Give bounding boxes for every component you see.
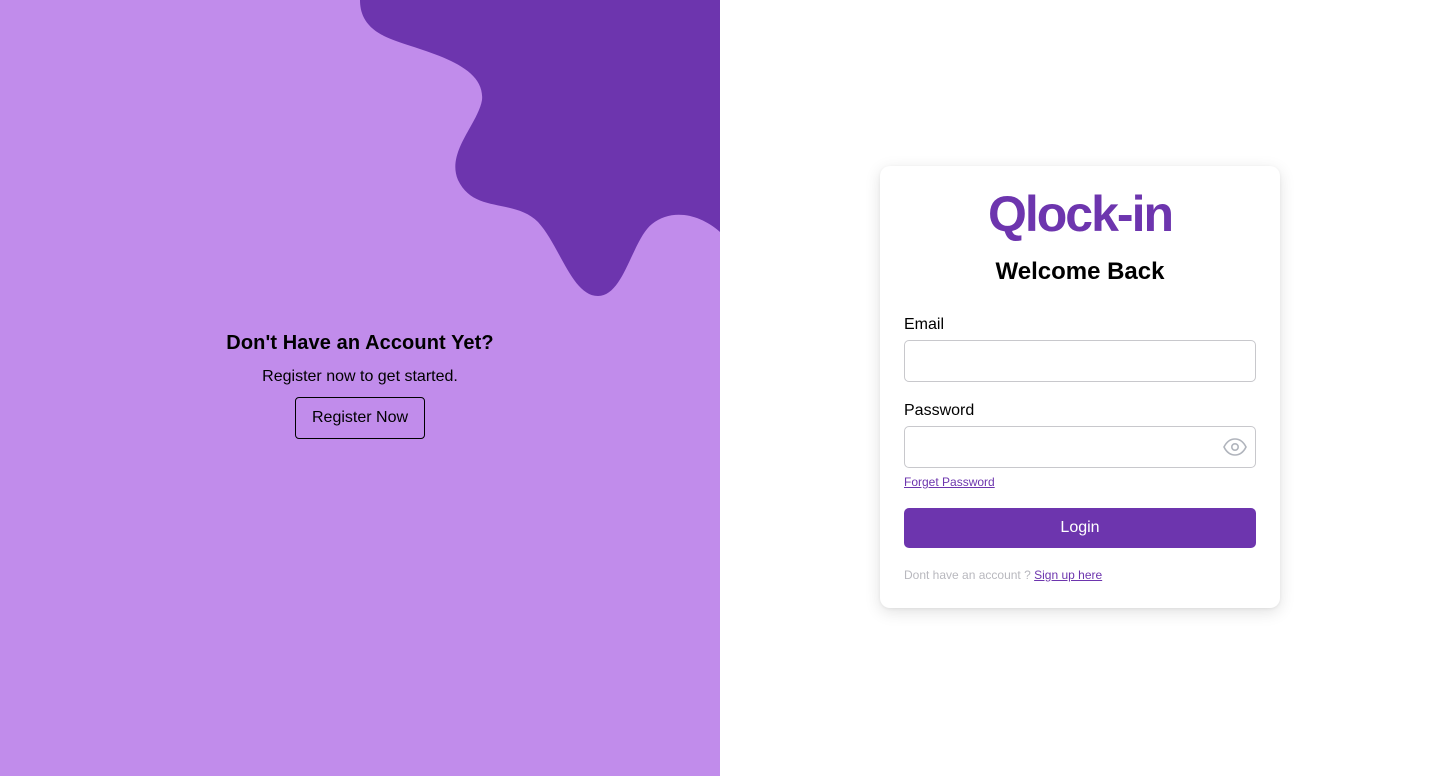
register-now-button[interactable]: Register Now (295, 397, 425, 439)
login-card: Qlock-in Welcome Back Email Password For… (880, 166, 1280, 608)
email-label: Email (904, 316, 945, 333)
signup-row: Dont have an account ? Sign up here (904, 568, 1102, 582)
signup-link[interactable]: Sign up here (1034, 568, 1102, 582)
forgot-password-link[interactable]: Forget Password (904, 475, 995, 489)
password-field[interactable] (904, 426, 1256, 468)
eye-icon[interactable] (1222, 436, 1248, 458)
app-logo: Qlock-in (987, 186, 1174, 242)
page-title: Welcome Back (995, 258, 1165, 285)
password-label: Password (904, 402, 975, 419)
email-field[interactable] (904, 340, 1256, 382)
signup-prompt: Dont have an account ? (904, 568, 1031, 582)
login-button[interactable]: Login (904, 508, 1256, 548)
register-promo-panel: Don't Have an Account Yet? Register now … (0, 0, 720, 776)
promo-title: Don't Have an Account Yet? (226, 332, 494, 354)
register-promo: Don't Have an Account Yet? Register now … (0, 332, 720, 439)
promo-subtitle: Register now to get started. (262, 368, 458, 385)
decorative-blob (360, 0, 720, 296)
